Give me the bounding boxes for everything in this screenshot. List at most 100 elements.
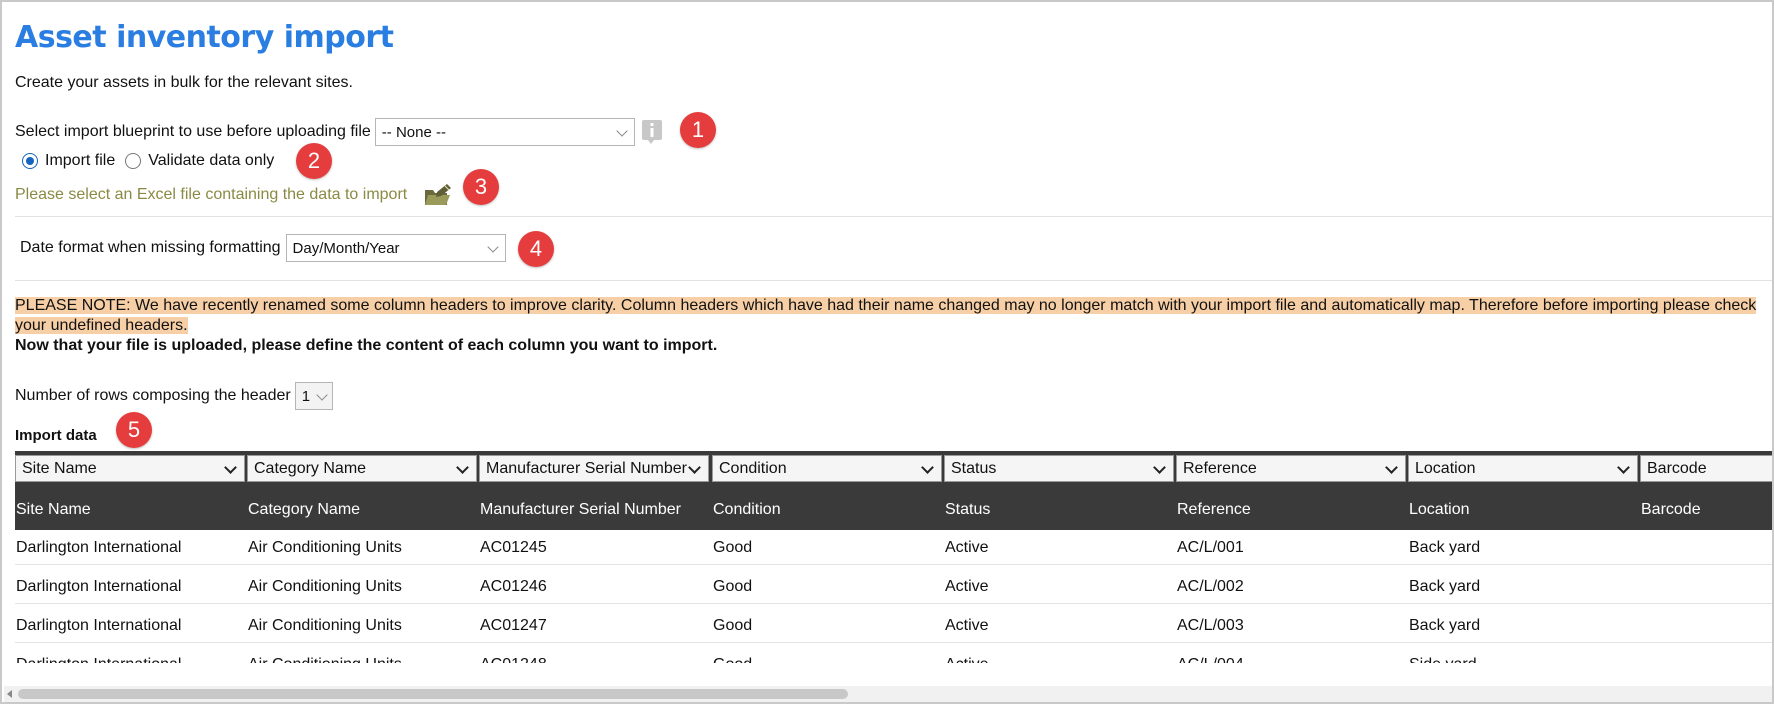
chevron-down-icon bbox=[1153, 461, 1166, 474]
date-format-selected-value: Day/Month/Year bbox=[292, 239, 400, 257]
table-cell: Back yard bbox=[1409, 578, 1481, 595]
callout-badge-4: 4 bbox=[518, 231, 554, 267]
column-mapping-row: Site Name Category Name Manufacturer Ser… bbox=[15, 451, 1772, 483]
date-format-row: Date format when missing formatting Day/… bbox=[20, 234, 506, 262]
column-mapping-select[interactable]: Category Name bbox=[247, 455, 477, 482]
blueprint-select[interactable]: -- None -- bbox=[374, 118, 635, 146]
date-format-select[interactable]: Day/Month/Year bbox=[285, 234, 506, 262]
horizontal-scrollbar[interactable] bbox=[4, 686, 1772, 702]
page-title: Asset inventory import bbox=[15, 20, 394, 55]
table-cell: Active bbox=[945, 647, 989, 663]
import-file-radio[interactable] bbox=[22, 153, 38, 169]
blueprint-label: Select import blueprint to use before up… bbox=[15, 123, 371, 140]
column-mapping-select[interactable]: Condition bbox=[712, 455, 942, 482]
column-header: Barcode bbox=[1641, 501, 1701, 518]
table-cell: Active bbox=[945, 578, 989, 595]
table-cell: Back yard bbox=[1409, 617, 1481, 634]
table-cell: Good bbox=[713, 647, 752, 663]
column-mapping-select[interactable]: Barcode bbox=[1640, 455, 1772, 482]
chevron-down-icon bbox=[688, 461, 701, 474]
table-cell: Good bbox=[713, 539, 753, 556]
table-header-row: Site Name Category Name Manufacturer Ser… bbox=[15, 483, 1772, 530]
chevron-down-icon bbox=[1385, 461, 1398, 474]
table-cell: AC01246 bbox=[480, 578, 547, 595]
table-cell: Good bbox=[713, 617, 753, 634]
table-cell: AC/L/001 bbox=[1177, 539, 1244, 556]
folder-open-icon[interactable] bbox=[423, 182, 453, 208]
page-subtitle: Create your assets in bulk for the relev… bbox=[15, 74, 353, 91]
rename-notice: PLEASE NOTE: We have recently renamed so… bbox=[15, 297, 1757, 334]
column-mapping-value: Location bbox=[1415, 459, 1476, 477]
table-cell: Air Conditioning Units bbox=[248, 578, 402, 595]
table-cell: Active bbox=[945, 539, 989, 556]
column-mapping-value: Site Name bbox=[22, 459, 97, 477]
table-cell: AC/L/004 bbox=[1177, 647, 1244, 663]
info-icon[interactable] bbox=[641, 118, 663, 146]
upload-instruction: Now that your file is uploaded, please d… bbox=[15, 337, 718, 354]
section-divider bbox=[15, 280, 1772, 281]
import-data-label: Import data bbox=[15, 427, 97, 444]
table-cell: Darlington International bbox=[16, 617, 182, 634]
table-cell: Air Conditioning Units bbox=[248, 539, 402, 556]
column-header: Manufacturer Serial Number bbox=[480, 501, 681, 518]
table-cell: Darlington International bbox=[16, 647, 181, 663]
header-rows-selected-value: 1 bbox=[301, 387, 311, 405]
blueprint-selected-value: -- None -- bbox=[381, 123, 446, 141]
column-mapping-value: Condition bbox=[719, 459, 787, 477]
column-header: Site Name bbox=[16, 501, 91, 518]
column-header: Location bbox=[1409, 501, 1470, 518]
column-mapping-value: Barcode bbox=[1647, 459, 1707, 477]
column-mapping-value: Category Name bbox=[254, 459, 367, 477]
section-divider bbox=[15, 216, 1772, 217]
callout-badge-5: 5 bbox=[116, 412, 152, 448]
column-mapping-select[interactable]: Location bbox=[1408, 455, 1638, 482]
import-data-table: Site Name Category Name Manufacturer Ser… bbox=[15, 451, 1772, 663]
blueprint-row: Select import blueprint to use before up… bbox=[15, 118, 663, 146]
chevron-down-icon bbox=[224, 461, 237, 474]
table-cell: AC01247 bbox=[480, 617, 547, 634]
chevron-down-icon bbox=[616, 125, 628, 137]
chevron-down-icon bbox=[921, 461, 934, 474]
column-mapping-select[interactable]: Manufacturer Serial Number bbox=[479, 455, 709, 482]
chevron-down-icon bbox=[1617, 461, 1630, 474]
table-row: Darlington International Air Conditionin… bbox=[15, 647, 1772, 663]
scrollbar-thumb[interactable] bbox=[18, 689, 848, 699]
table-cell: AC/L/003 bbox=[1177, 617, 1244, 634]
column-mapping-select[interactable]: Site Name bbox=[15, 455, 245, 482]
table-cell: AC01245 bbox=[480, 539, 547, 556]
header-rows-row: Number of rows composing the header 1 bbox=[15, 382, 333, 410]
column-mapping-value: Status bbox=[951, 459, 997, 477]
validate-data-label: Validate data only bbox=[148, 152, 275, 169]
table-cell: Back yard bbox=[1409, 539, 1481, 556]
notice-block: PLEASE NOTE: We have recently renamed so… bbox=[15, 296, 1770, 356]
column-mapping-value: Manufacturer Serial Number bbox=[486, 459, 687, 477]
table-cell: Good bbox=[713, 578, 753, 595]
table-cell: Side yard bbox=[1409, 647, 1477, 663]
callout-badge-2: 2 bbox=[296, 143, 332, 179]
column-header: Condition bbox=[713, 501, 781, 518]
header-rows-select[interactable]: 1 bbox=[294, 382, 333, 410]
table-row: Darlington International Air Conditionin… bbox=[15, 530, 1772, 565]
scroll-left-icon[interactable] bbox=[7, 690, 12, 698]
chevron-down-icon bbox=[316, 389, 328, 401]
column-header: Category Name bbox=[248, 501, 361, 518]
column-header: Status bbox=[945, 501, 991, 518]
column-mapping-select[interactable]: Reference bbox=[1176, 455, 1406, 482]
table-cell: AC01248 bbox=[480, 647, 547, 663]
chevron-down-icon bbox=[486, 241, 499, 253]
table-cell: Air Conditioning Units bbox=[248, 647, 402, 663]
chevron-down-icon bbox=[456, 461, 469, 474]
table-cell: Air Conditioning Units bbox=[248, 617, 402, 634]
header-rows-label: Number of rows composing the header bbox=[15, 387, 291, 404]
callout-badge-3: 3 bbox=[463, 169, 499, 205]
page-frame: Asset inventory import Create your asset… bbox=[0, 0, 1774, 704]
validate-data-radio[interactable] bbox=[125, 153, 142, 169]
import-file-label: Import file bbox=[45, 152, 116, 169]
mode-row: Import file Validate data only bbox=[22, 152, 274, 170]
callout-badge-1: 1 bbox=[680, 112, 716, 148]
table-cell: Darlington International bbox=[16, 539, 182, 556]
file-prompt: Please select an Excel file containing t… bbox=[15, 186, 408, 203]
column-mapping-value: Reference bbox=[1183, 459, 1257, 477]
table-cell: Darlington International bbox=[16, 578, 182, 595]
column-mapping-select[interactable]: Status bbox=[944, 455, 1174, 482]
